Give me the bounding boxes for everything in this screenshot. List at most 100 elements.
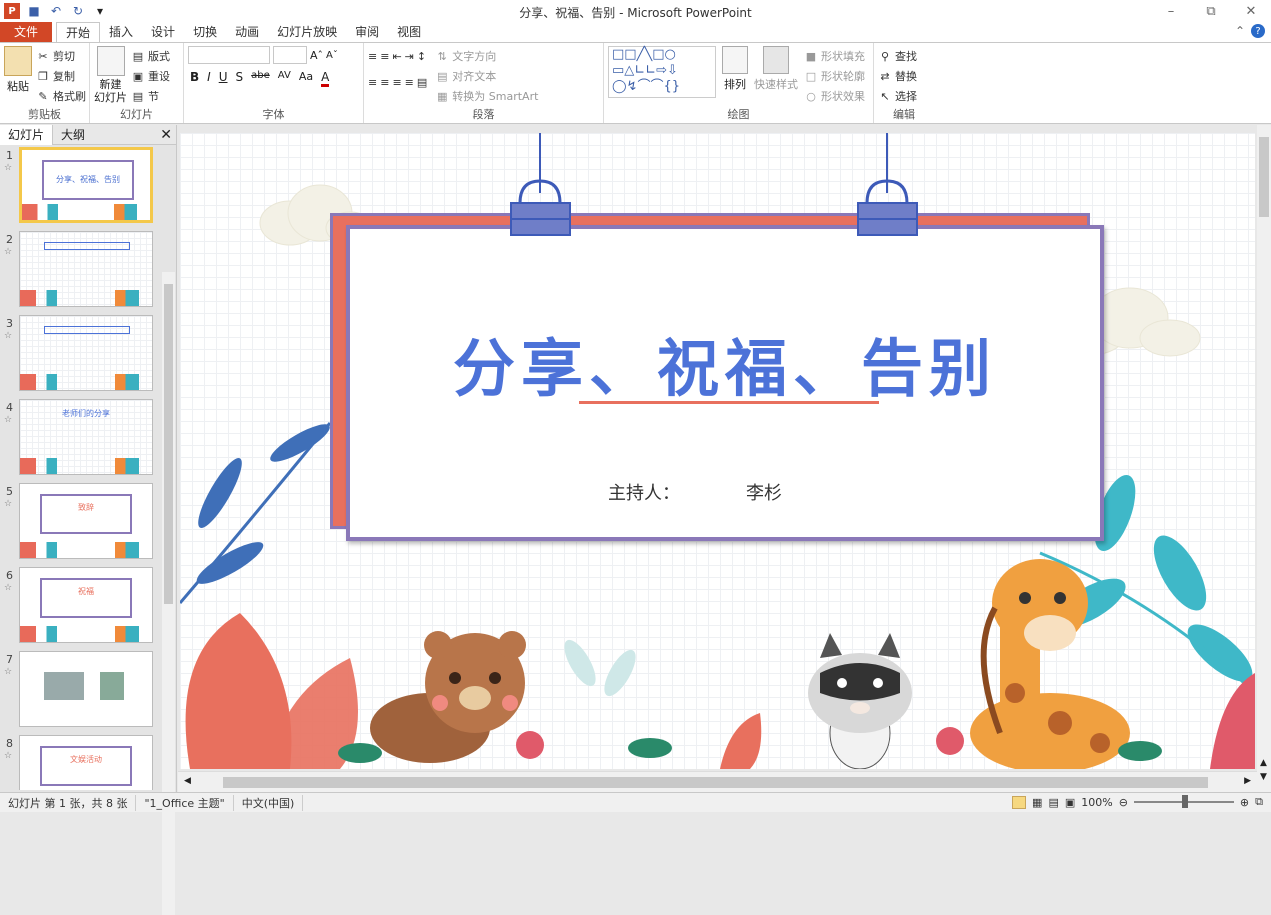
tab-design[interactable]: 设计 [142, 22, 184, 42]
slide-thumbnail-7[interactable]: 7 ☆ [0, 651, 160, 731]
format-painter-button[interactable]: ✎ 格式刷 [36, 86, 86, 106]
slide-thumbnail-4[interactable]: 4 ☆ 老师们的分享 [0, 399, 160, 479]
next-slide-icon[interactable]: ▼ [1260, 772, 1267, 782]
powerpoint-app-icon[interactable]: P [4, 3, 20, 19]
list-buttons[interactable]: ≡ ≡ ⇤ ⇥ ↕ [368, 46, 427, 66]
reading-view-icon[interactable]: ▤ [1048, 796, 1058, 809]
reset-button[interactable]: ▣ 重设 [131, 66, 170, 86]
shape-effects-button[interactable]: ○ 形状效果 [804, 86, 865, 106]
host-label[interactable]: 主持人： [608, 479, 680, 505]
slide-title[interactable]: 分享、祝福、告别 [346, 318, 1104, 408]
grow-font-icon[interactable]: Aˆ [310, 49, 323, 62]
thumbnail-title: 文娱活动 [70, 755, 102, 764]
select-button[interactable]: ↖ 选择 [878, 86, 930, 106]
close-pane-icon[interactable]: ✕ [160, 127, 172, 143]
layout-button[interactable]: ▤ 版式 [131, 46, 170, 66]
tab-insert[interactable]: 插入 [100, 22, 142, 42]
smartart-button[interactable]: ▦ 转换为 SmartArt [435, 86, 538, 106]
replace-label: 替换 [895, 70, 917, 83]
slide-thumbnail-2[interactable]: 2 ☆ [0, 231, 160, 311]
font-color-button[interactable]: A [321, 70, 330, 87]
change-case-button[interactable]: Aa [299, 70, 313, 87]
thumbnail-number: 4 [6, 401, 13, 414]
char-spacing-button[interactable]: AV [278, 70, 291, 87]
thumbnail-decoration [20, 458, 152, 474]
zoom-out-icon[interactable]: ⊖ [1119, 796, 1128, 809]
editor-scroll-thumb[interactable] [1259, 137, 1269, 217]
replace-button[interactable]: ⇄ 替换 [878, 66, 930, 86]
thumbnail-preview [19, 231, 153, 307]
shrink-font-icon[interactable]: Aˇ [326, 50, 338, 61]
slide-thumbnail-5[interactable]: 5 ☆ 致辞 [0, 483, 160, 563]
flower-icon [936, 727, 964, 755]
find-button[interactable]: ⚲ 查找 [878, 46, 930, 66]
slide-thumbnail-6[interactable]: 6 ☆ 祝福 [0, 567, 160, 647]
language-status[interactable]: 中文(中国) [234, 794, 304, 811]
leaf [1118, 741, 1162, 761]
slide-thumbnail-3[interactable]: 3 ☆ [0, 315, 160, 395]
horizontal-scroll-thumb[interactable] [223, 777, 1208, 788]
tab-slides[interactable]: 幻灯片 [0, 124, 54, 145]
tab-review[interactable]: 审阅 [346, 22, 388, 42]
section-button[interactable]: ▤ 节 [131, 86, 170, 106]
font-size-select[interactable] [273, 46, 307, 64]
slide-sorter-icon[interactable]: ▦ [1032, 796, 1042, 809]
scroll-right-icon[interactable]: ▶ [1244, 776, 1251, 786]
zoom-slider[interactable] [1133, 795, 1234, 808]
shape-fill-button[interactable]: ■ 形状填充 [804, 46, 865, 66]
tab-view[interactable]: 视图 [388, 22, 430, 42]
slideshow-view-icon[interactable]: ▣ [1065, 796, 1075, 809]
host-name[interactable]: 李杉 [746, 479, 782, 505]
normal-view-icon[interactable] [1012, 795, 1027, 809]
tab-outline[interactable]: 大纲 [53, 125, 93, 145]
reset-icon: ▣ [132, 69, 144, 83]
title-underline [579, 401, 879, 404]
tab-animations[interactable]: 动画 [226, 22, 268, 42]
tab-home[interactable]: 开始 [56, 22, 101, 43]
prev-slide-icon[interactable]: ▲ [1260, 758, 1267, 768]
customize-qat-icon[interactable]: ▾ [92, 3, 108, 19]
fit-to-window-icon[interactable]: ⧉ [1255, 795, 1263, 809]
thumbnail-photo [44, 672, 84, 700]
tab-file[interactable]: 文件 [0, 22, 53, 42]
layout-icon: ▤ [132, 49, 144, 63]
zoom-level[interactable]: 100% [1081, 796, 1112, 809]
minimize-icon[interactable]: – [1151, 0, 1191, 22]
thumbnail-scrollbar[interactable] [162, 272, 175, 915]
cut-button[interactable]: ✂ 剪切 [36, 46, 86, 66]
ribbon-right-controls: ⌃ ? [1235, 24, 1265, 38]
slide-thumbnail-8[interactable]: 8 ☆ 文娱活动 [0, 735, 160, 790]
align-text-button[interactable]: ▤ 对齐文本 [435, 66, 538, 86]
editor-horizontal-scrollbar[interactable]: ◀ ▶ [178, 771, 1257, 792]
strikethrough-button[interactable]: abe [251, 70, 270, 87]
thumbnail-number: 3 [6, 317, 13, 330]
align-buttons[interactable]: ≡ ≡ ≡ ≡ ▤ [368, 72, 427, 92]
copy-button[interactable]: ❐ 复制 [36, 66, 86, 86]
close-icon[interactable]: ✕ [1231, 0, 1271, 22]
redo-icon[interactable]: ↻ [70, 3, 86, 19]
thumbnail-preview [19, 315, 153, 391]
shadow-button[interactable]: S [236, 70, 244, 87]
help-icon[interactable]: ? [1251, 24, 1265, 38]
select-icon: ↖ [880, 89, 890, 103]
zoom-in-icon[interactable]: ⊕ [1240, 796, 1249, 809]
shape-outline-button[interactable]: □ 形状轮廓 [804, 66, 865, 86]
shapes-gallery[interactable]: □□╱╲□○ ▭△∟∟⇨⇩ ◯↯⌒⌒{} [608, 46, 716, 98]
slide-canvas[interactable]: 分享、祝福、告别 主持人： 李杉 [180, 133, 1255, 769]
font-name-select[interactable] [188, 46, 270, 64]
editor-vertical-scrollbar[interactable]: ▲ ▼ [1257, 125, 1271, 792]
collapse-ribbon-icon[interactable]: ⌃ [1235, 24, 1245, 38]
thumbnail-scroll-thumb[interactable] [164, 284, 173, 604]
scroll-left-icon[interactable]: ◀ [184, 776, 191, 786]
slide-thumbnail-1[interactable]: 1 ☆ 分享、祝福、告别 [0, 147, 160, 227]
save-icon[interactable]: ■ [26, 3, 42, 19]
bold-button[interactable]: B [190, 70, 199, 87]
tab-transitions[interactable]: 切换 [184, 22, 226, 42]
undo-icon[interactable]: ↶ [48, 3, 64, 19]
zoom-slider-knob[interactable] [1181, 795, 1188, 808]
text-direction-button[interactable]: ⇅ 文字方向 [435, 46, 538, 66]
underline-button[interactable]: U [219, 70, 228, 87]
tab-slideshow[interactable]: 幻灯片放映 [268, 22, 346, 42]
restore-icon[interactable]: ⧉ [1191, 0, 1231, 22]
italic-button[interactable]: I [207, 70, 211, 87]
